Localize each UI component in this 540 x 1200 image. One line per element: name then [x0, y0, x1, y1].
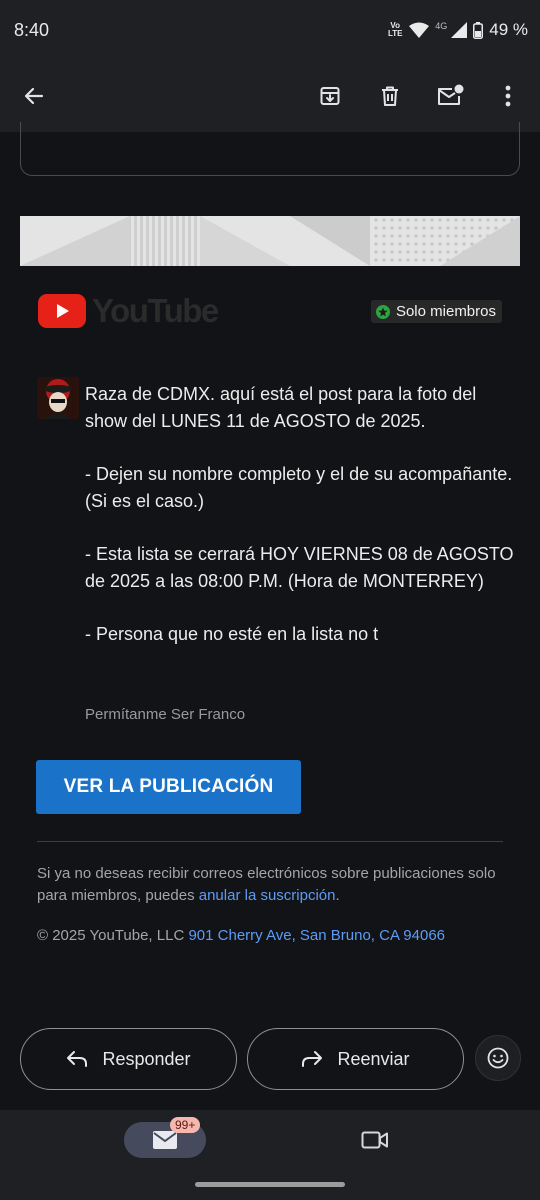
unsubscribe-end: . [335, 887, 340, 904]
video-camera-icon [361, 1131, 388, 1149]
volte-bottom-label: LTE [387, 29, 403, 38]
address-link[interactable]: 901 Cherry Ave, San Bruno, CA 94066 [188, 927, 445, 944]
reply-label: Responder [102, 1048, 191, 1069]
reply-icon [67, 1051, 88, 1067]
members-only-badge: Solo miembros [370, 300, 502, 323]
forward-icon [302, 1051, 323, 1067]
forward-label: Reenviar [337, 1048, 410, 1069]
banner-pattern [20, 216, 520, 266]
arrow-left-icon [24, 87, 44, 105]
email-footer: © 2025 YouTube, LLC 901 Cherry Ave, San … [37, 927, 517, 944]
post-paragraph: - Esta lista se cerrará HOY VIERNES 08 d… [85, 544, 514, 591]
divider [37, 841, 503, 842]
members-only-label: Solo miembros [395, 303, 496, 320]
mark-unread-button[interactable] [430, 76, 470, 116]
smiley-icon [487, 1047, 509, 1069]
more-options-button[interactable] [488, 76, 528, 116]
wifi-icon [409, 22, 430, 38]
youtube-wordmark: YouTube [92, 292, 219, 329]
post-paragraph: - Persona que no esté en la lista no t [85, 624, 379, 644]
network-type-label: 4G [435, 21, 448, 31]
gesture-bar[interactable] [195, 1182, 345, 1187]
previous-card [20, 122, 520, 176]
post-excerpt: Raza de CDMX. aquí está el post para la … [85, 381, 515, 674]
more-vertical-icon [505, 85, 511, 107]
status-time: 8:40 [14, 20, 50, 40]
post-paragraph: Raza de CDMX. aquí está el post para la … [85, 384, 477, 431]
bottom-navigation: 99+ [0, 1110, 540, 1200]
battery-level: 49 % [489, 20, 528, 39]
post-paragraph: - Dejen su nombre completo y el de su ac… [85, 464, 513, 511]
emoji-reaction-button[interactable] [475, 1035, 521, 1081]
nav-meet-tab[interactable] [355, 1124, 395, 1156]
view-post-button[interactable]: VER LA PUBLICACIÓN [36, 760, 301, 814]
delete-button[interactable] [370, 76, 410, 116]
archive-icon [320, 87, 340, 105]
unsubscribe-link[interactable]: anular la suscripción [199, 887, 336, 904]
youtube-logo: YouTube [38, 292, 219, 330]
post-author: Permítanme Ser Franco [85, 706, 246, 723]
mark-unread-icon [438, 84, 464, 105]
unsubscribe-notice: Si ya no deseas recibir correos electrón… [37, 863, 507, 907]
archive-button[interactable] [310, 76, 350, 116]
copyright-text: © 2025 YouTube, LLC [37, 927, 189, 944]
back-button[interactable] [14, 76, 54, 116]
status-icons: Vo LTE 4G 49 % [387, 20, 528, 40]
email-body: YouTube Solo miembros Raza de CDMX. aquí… [0, 122, 540, 1032]
members-star-icon [375, 304, 390, 319]
youtube-play-icon [38, 294, 86, 328]
trash-icon [382, 86, 398, 106]
forward-button[interactable]: Reenviar [247, 1028, 464, 1090]
battery-icon [473, 21, 484, 39]
status-bar: 8:40 Vo LTE 4G 49 % [0, 0, 540, 62]
unread-count-badge: 99+ [170, 1117, 201, 1133]
volte-icon: Vo LTE [387, 22, 403, 38]
cell-signal-icon [451, 22, 468, 38]
email-banner-image [20, 216, 520, 266]
channel-avatar [37, 377, 79, 419]
mail-icon [153, 1131, 177, 1149]
reply-button[interactable]: Responder [20, 1028, 237, 1090]
